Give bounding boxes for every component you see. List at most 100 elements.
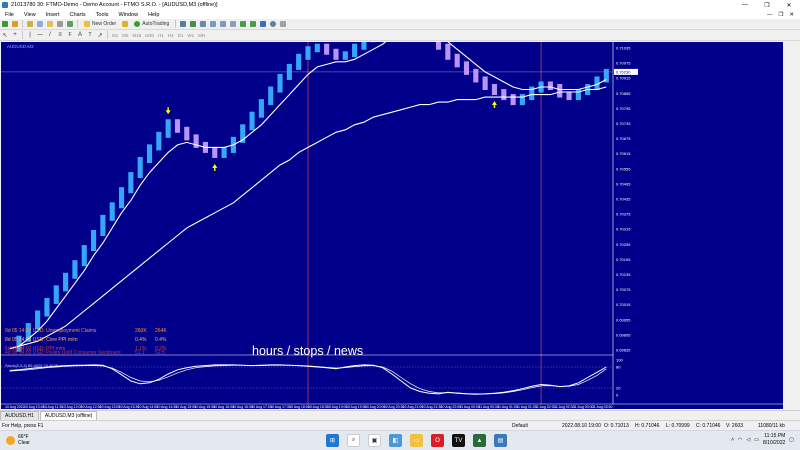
weather-widget[interactable]: 66°F Clear	[6, 434, 30, 446]
maximize-button[interactable]: ❐	[756, 2, 778, 9]
strategy-tester-button[interactable]	[66, 20, 74, 28]
text-button[interactable]: A	[76, 31, 84, 39]
tab-audusd-h1[interactable]: AUDUSD,H1	[0, 411, 39, 420]
timeframe-d1[interactable]: D1	[176, 33, 186, 38]
time-tick-label: 11 Aug 00:30	[478, 405, 498, 409]
doc-restore-button[interactable]: ❐	[778, 12, 783, 18]
search-icon[interactable]: ⌕	[347, 434, 360, 447]
bar-chart-button[interactable]	[179, 20, 187, 28]
window-controls: — ❐ ✕	[734, 2, 800, 9]
chart-app-icon[interactable]: ▤	[494, 434, 507, 447]
zoom-in-button[interactable]	[209, 20, 217, 28]
volume-icon[interactable]: ◁	[746, 437, 750, 443]
terminal-button[interactable]	[56, 20, 64, 28]
timeframe-m1[interactable]: M1	[110, 33, 120, 38]
tester-icon	[67, 21, 73, 27]
autotrading-button[interactable]: AutoTrading	[131, 20, 172, 28]
candlesticks-button[interactable]	[189, 20, 197, 28]
navigator-button[interactable]	[46, 20, 54, 28]
data-window-button[interactable]	[36, 20, 44, 28]
time-tick-label: 11 Aug 03:00	[573, 405, 593, 409]
time-tick-label: 10 Aug 11:30	[43, 405, 63, 409]
time-tick-label: 10 Aug 20:30	[384, 405, 405, 409]
templates-button[interactable]	[279, 20, 287, 28]
timeframe-h4[interactable]: H4	[166, 33, 176, 38]
market-watch-button[interactable]	[26, 20, 34, 28]
channel-button[interactable]: ≡	[56, 31, 64, 39]
taskbar-apps: ⊞ ⌕ ▣ ◧ ▭ O TV ▲ ▤	[326, 434, 507, 447]
price-tick-label: 0.70375	[616, 212, 631, 217]
zoom-out-button[interactable]	[219, 20, 227, 28]
menu-window[interactable]: Window	[114, 12, 144, 18]
metaeditor-button[interactable]	[121, 20, 129, 28]
document-controls: — ❐ ✕	[767, 12, 800, 18]
chart-tabs: AUDUSD,H1 AUDUSD,M3 (offline)	[0, 410, 800, 420]
timeframe-m5[interactable]: M5	[120, 33, 130, 38]
menu-tools[interactable]: Tools	[91, 12, 114, 18]
label-button[interactable]: T	[86, 31, 94, 39]
line-chart-button[interactable]	[199, 20, 207, 28]
menu-insert[interactable]: Insert	[41, 12, 65, 18]
notifications-icon[interactable]: ▢	[789, 437, 794, 443]
standard-toolbar: New Order AutoTrading	[0, 19, 800, 30]
chart-shift-button[interactable]	[249, 20, 257, 28]
menu-help[interactable]: Help	[143, 12, 164, 18]
price-bar	[184, 126, 190, 141]
windows-start-icon[interactable]: ⊞	[326, 434, 339, 447]
arrows-icon: ↗	[97, 32, 103, 39]
trendline-button[interactable]: /	[46, 31, 54, 39]
price-bar	[91, 229, 97, 252]
new-order-icon	[84, 21, 90, 27]
new-chart-button[interactable]	[1, 20, 9, 28]
task-view-icon[interactable]: ▣	[368, 434, 381, 447]
doc-close-button[interactable]: ✕	[789, 12, 794, 18]
fibonacci-button[interactable]: F	[66, 31, 74, 39]
toolbar-separator	[22, 20, 23, 28]
timeframe-h1[interactable]: H1	[156, 33, 166, 38]
file-explorer-icon[interactable]: ▭	[410, 434, 423, 447]
news-forecast: 52.5	[155, 350, 165, 356]
widgets-icon[interactable]: ◧	[389, 434, 402, 447]
crosshair-button[interactable]: +	[11, 31, 19, 39]
tradingview-icon[interactable]: TV	[452, 434, 465, 447]
chart-window[interactable]: 0.71035 0.70975 0.70915 0.70855 0.70795 0.707…	[1, 42, 783, 409]
price-tick-label: 0.70195	[616, 257, 631, 262]
indicators-button[interactable]	[259, 20, 267, 28]
menu-charts[interactable]: Charts	[64, 12, 90, 18]
trendline-icon: /	[49, 32, 51, 38]
status-profile[interactable]: Default	[512, 423, 528, 429]
tile-windows-button[interactable]	[229, 20, 237, 28]
doc-minimize-button[interactable]: —	[767, 12, 773, 18]
minimize-button[interactable]: —	[734, 2, 756, 9]
opera-browser-icon[interactable]: O	[431, 434, 444, 447]
tray-chevron-up-icon[interactable]: ˄	[731, 437, 734, 443]
tile-icon	[230, 21, 237, 27]
auto-scroll-button[interactable]	[239, 20, 247, 28]
menu-file[interactable]: File	[0, 12, 19, 18]
vertical-line-button[interactable]: |	[26, 31, 34, 39]
new-order-label: New Order	[92, 21, 117, 27]
timeframe-m30[interactable]: M30	[143, 33, 156, 38]
toolbar-separator	[107, 31, 108, 39]
arrows-button[interactable]: ↗	[96, 31, 104, 39]
status-volume: V: 2603	[726, 423, 744, 429]
metatrader-icon[interactable]: ▲	[473, 434, 486, 447]
timeframe-mn[interactable]: MN	[196, 33, 207, 38]
horizontal-line-button[interactable]: —	[36, 31, 44, 39]
menu-view[interactable]: View	[19, 12, 41, 18]
timeframe-w1[interactable]: W1	[185, 33, 196, 38]
periods-button[interactable]	[269, 20, 277, 28]
new-order-button[interactable]: New Order	[81, 20, 119, 28]
status-help: For Help, press F1	[2, 423, 44, 429]
wifi-icon[interactable]: ◠	[738, 437, 742, 443]
weather-sun-icon	[6, 435, 15, 445]
app-window: 21013780 30: FTMO-Demo - Demo Account - …	[0, 0, 800, 450]
cursor-button[interactable]: ↖	[1, 31, 9, 39]
timeframe-m15[interactable]: M15	[131, 33, 144, 38]
tab-audusd-m3[interactable]: AUDUSD,M3 (offline)	[39, 411, 98, 420]
battery-icon[interactable]: ▭	[754, 437, 759, 443]
time-tick-label: 10 Aug 14:00	[138, 405, 159, 409]
profiles-button[interactable]	[11, 20, 19, 28]
clock[interactable]: 11:15 PM 8/10/2022	[763, 433, 785, 447]
close-button[interactable]: ✕	[778, 2, 800, 9]
